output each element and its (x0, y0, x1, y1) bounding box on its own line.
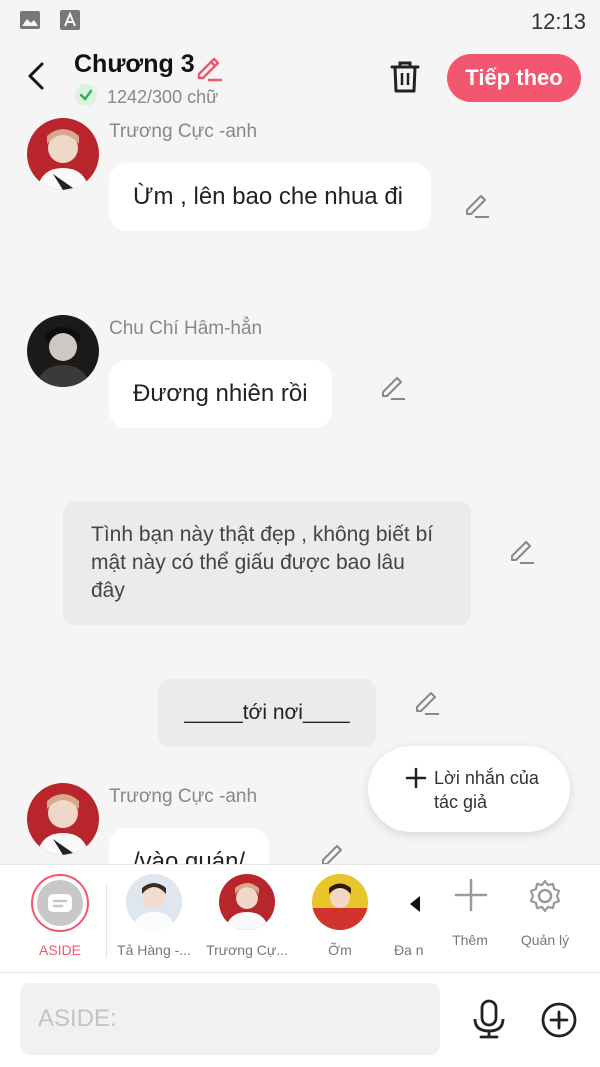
composer-bar (0, 972, 600, 1067)
plus-icon (405, 767, 427, 789)
divider (106, 884, 107, 958)
manage-button[interactable]: Quản lý (499, 874, 591, 964)
plus-icon (454, 878, 488, 912)
chapter-title: Chương 3 (74, 50, 195, 78)
edit-message-icon[interactable] (463, 191, 491, 219)
back-arrow-icon[interactable] (22, 58, 52, 94)
avatar[interactable] (27, 315, 99, 387)
trash-icon[interactable] (387, 58, 423, 96)
avatar (312, 874, 368, 930)
character-name: Tả Hàng -... (117, 942, 191, 958)
word-count: 1242/300 chữ (107, 87, 219, 107)
character-name: Ỡm (328, 942, 352, 958)
narration-block[interactable]: Tình bạn này thật đẹp , không biết bí mậ… (63, 501, 471, 625)
font-app-icon (60, 10, 80, 30)
sender-name: Trương Cực -anh (109, 121, 258, 142)
microphone-icon[interactable] (470, 999, 508, 1039)
add-circle-icon[interactable] (540, 1001, 578, 1039)
gallery-icon (20, 11, 40, 29)
scene-break[interactable]: _____tới nơi____ (158, 679, 376, 747)
avatar (406, 874, 426, 930)
editor-header: Chương 3 1242/300 chữ Tiếp theo (0, 42, 600, 114)
message-bubble[interactable]: Ừm , lên bao che nhua đi (109, 163, 431, 231)
edit-message-icon[interactable] (508, 537, 536, 565)
next-button[interactable]: Tiếp theo (447, 54, 581, 102)
gear-icon (529, 879, 561, 913)
avatar (126, 874, 182, 930)
avatar[interactable] (27, 118, 99, 190)
edit-message-icon[interactable] (379, 373, 407, 401)
character-item[interactable]: Ỡm (294, 874, 386, 964)
manage-label: Quản lý (520, 932, 570, 948)
clock: 12:13 (530, 9, 586, 34)
chat-bubble-icon (48, 894, 72, 912)
avatar (219, 874, 275, 930)
message-input[interactable] (20, 983, 440, 1055)
check-icon (75, 84, 97, 106)
char-label-aside: ASIDE (38, 942, 81, 958)
sender-name: Trương Cực -anh (109, 786, 258, 807)
character-item[interactable]: Tả Hàng -... (108, 874, 200, 964)
edit-message-icon[interactable] (319, 841, 347, 864)
message-bubble[interactable]: Đương nhiên rồi (109, 360, 332, 428)
avatar[interactable] (27, 783, 99, 855)
sender-name: Chu Chí Hâm-hẳn (109, 318, 263, 339)
author-note-button[interactable]: Lời nhắn của tác giả (368, 746, 570, 832)
character-name: Trương Cự... (206, 942, 288, 958)
edit-message-icon[interactable] (413, 688, 441, 716)
message-bubble[interactable]: /vào quán/ (109, 828, 270, 864)
aside-character[interactable] (31, 874, 89, 932)
character-name: Đa n (394, 942, 424, 958)
edit-title-icon[interactable] (194, 52, 224, 82)
character-item[interactable]: Trương Cự... (201, 874, 293, 964)
author-note-label: Lời nhắn của tác giả (434, 768, 539, 812)
status-bar: 12:13 (0, 0, 600, 42)
character-item[interactable]: Đa n (380, 874, 426, 964)
